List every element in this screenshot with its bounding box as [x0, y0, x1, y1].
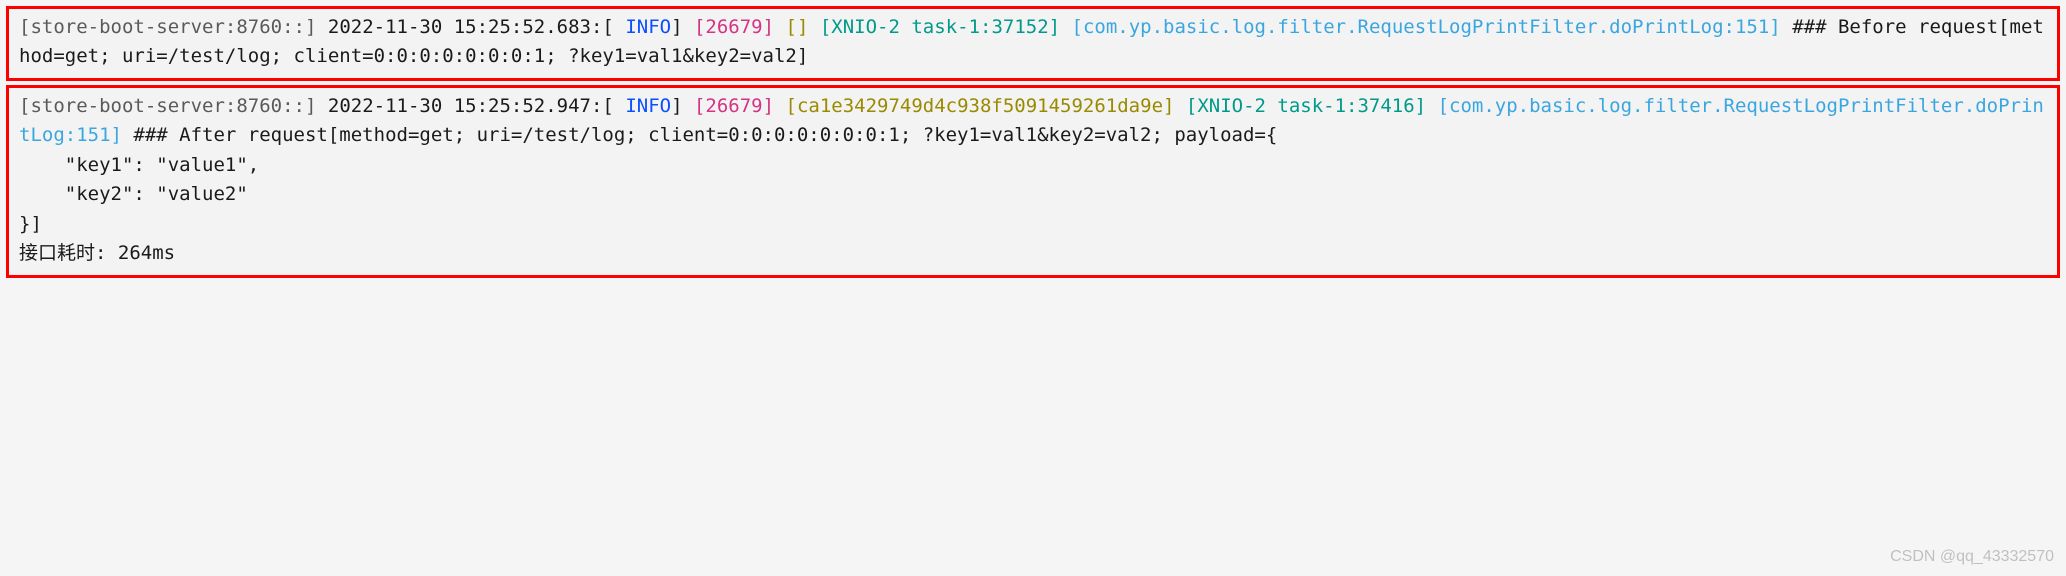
level-bracket-close: ]	[671, 95, 682, 117]
pid: [26679]	[694, 16, 774, 38]
thread: [XNIO-2 task-1:37152]	[820, 16, 1060, 38]
log-message: ### After request[method=get; uri=/test/…	[19, 124, 1277, 264]
timestamp: 2022-11-30 15:25:52.683:	[328, 16, 603, 38]
level-bracket-close: ]	[671, 16, 682, 38]
log-level: INFO	[614, 95, 671, 117]
level-bracket-open: [	[602, 95, 613, 117]
level-bracket-open: [	[602, 16, 613, 38]
server-tag: [store-boot-server:8760::]	[19, 95, 316, 117]
watermark: CSDN @qq_43332570	[1890, 545, 2054, 570]
log-level: INFO	[614, 16, 671, 38]
server-tag: [store-boot-server:8760::]	[19, 16, 316, 38]
logger: [com.yp.basic.log.filter.RequestLogPrint…	[1072, 16, 1781, 38]
log-entry-before: [store-boot-server:8760::] 2022-11-30 15…	[6, 6, 2060, 81]
log-entry-after: [store-boot-server:8760::] 2022-11-30 15…	[6, 85, 2060, 278]
pid: [26679]	[694, 95, 774, 117]
timestamp: 2022-11-30 15:25:52.947:	[328, 95, 603, 117]
trace-id: []	[786, 16, 809, 38]
trace-id: [ca1e3429749d4c938f5091459261da9e]	[786, 95, 1175, 117]
thread: [XNIO-2 task-1:37416]	[1186, 95, 1426, 117]
